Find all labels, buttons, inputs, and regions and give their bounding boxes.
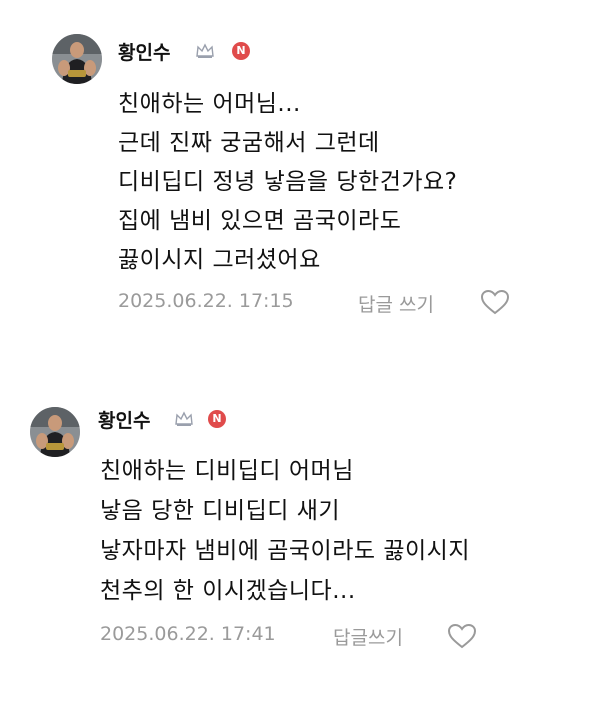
reply-button[interactable]: 답글쓰기 [333, 623, 403, 650]
heart-outline-icon[interactable] [480, 289, 510, 315]
comment-timestamp: 2025.06.22. 17:41 [100, 623, 276, 645]
comment-text-line: 디비딥디 정녕 낳음을 당한건가요? [118, 169, 458, 195]
comment-text-line: 낳음 당한 디비딥디 새기 [100, 498, 341, 524]
username[interactable]: 황인수 [118, 38, 170, 65]
comment-timestamp: 2025.06.22. 17:15 [118, 290, 294, 312]
comment-text-line: 끓이시지 그러셨어요 [118, 247, 321, 273]
comment-text-line: 집에 냄비 있으면 곰국이라도 [118, 208, 402, 234]
avatar[interactable] [30, 407, 80, 457]
new-badge: N [208, 410, 226, 428]
comment-text-line: 친애하는 어머님... [118, 91, 301, 117]
heart-outline-icon[interactable] [447, 623, 477, 649]
crown-icon [175, 411, 193, 426]
comment-text-line: 근데 진짜 궁굼해서 그런데 [118, 130, 380, 156]
username[interactable]: 황인수 [98, 406, 150, 433]
avatar[interactable] [52, 34, 102, 84]
reply-button[interactable]: 답글 쓰기 [358, 290, 434, 317]
comment-text-line: 친애하는 디비딥디 어머님 [100, 458, 354, 484]
new-badge: N [232, 42, 250, 60]
crown-icon [196, 43, 214, 58]
comment-text-line: 낳자마자 냄비에 곰국이라도 끓이시지 [100, 538, 470, 564]
comment-text-line: 천추의 한 이시겠습니다... [100, 578, 356, 604]
